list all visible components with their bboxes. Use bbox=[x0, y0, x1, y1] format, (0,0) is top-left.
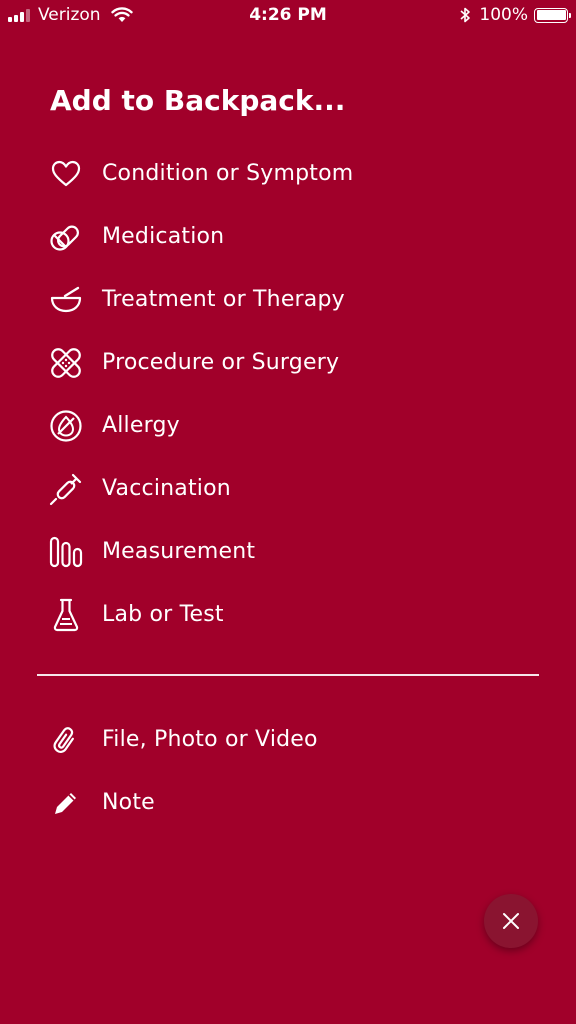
measurement-bars-icon bbox=[48, 534, 84, 570]
menu-item-label: Treatment or Therapy bbox=[102, 287, 345, 312]
syringe-icon bbox=[48, 471, 84, 507]
menu-item-label: Allergy bbox=[102, 413, 180, 438]
menu-item-vaccination[interactable]: Vaccination bbox=[48, 457, 538, 520]
bandage-icon bbox=[48, 345, 84, 381]
pills-icon bbox=[48, 219, 84, 255]
menu-item-label: Medication bbox=[102, 224, 225, 249]
status-right: 100% bbox=[459, 5, 571, 25]
allergy-icon bbox=[48, 408, 84, 444]
close-icon bbox=[503, 913, 519, 929]
battery-icon bbox=[534, 7, 571, 23]
menu-item-allergy[interactable]: Allergy bbox=[48, 394, 538, 457]
paperclip-icon bbox=[48, 722, 84, 758]
battery-percentage: 100% bbox=[479, 5, 528, 25]
menu-item-medication[interactable]: Medication bbox=[48, 205, 538, 268]
battery-fill bbox=[536, 10, 566, 20]
bluetooth-icon bbox=[460, 7, 471, 23]
flask-icon bbox=[48, 597, 84, 633]
menu-item-note[interactable]: Note bbox=[48, 771, 538, 834]
add-menu-secondary-list: File, Photo or Video Note bbox=[48, 708, 538, 834]
heart-icon bbox=[48, 156, 84, 192]
menu-item-label: Condition or Symptom bbox=[102, 161, 354, 186]
divider bbox=[37, 674, 539, 676]
menu-item-label: Lab or Test bbox=[102, 602, 224, 627]
menu-item-label: Note bbox=[102, 790, 155, 815]
menu-item-condition-or-symptom[interactable]: Condition or Symptom bbox=[48, 142, 538, 205]
menu-item-label: Procedure or Surgery bbox=[102, 350, 340, 375]
menu-item-label: File, Photo or Video bbox=[102, 727, 318, 752]
menu-item-label: Measurement bbox=[102, 539, 256, 564]
mortar-pestle-icon bbox=[48, 282, 84, 318]
menu-item-file-photo-or-video[interactable]: File, Photo or Video bbox=[48, 708, 538, 771]
status-bar: Verizon 4:26 PM 100% bbox=[0, 0, 576, 34]
menu-item-label: Vaccination bbox=[102, 476, 231, 501]
add-menu-list: Condition or Symptom Medication Treatmen… bbox=[48, 142, 538, 646]
menu-item-measurement[interactable]: Measurement bbox=[48, 520, 538, 583]
menu-item-treatment-or-therapy[interactable]: Treatment or Therapy bbox=[48, 268, 538, 331]
menu-item-lab-or-test[interactable]: Lab or Test bbox=[48, 583, 538, 646]
page-title: Add to Backpack... bbox=[50, 84, 346, 117]
menu-item-procedure-or-surgery[interactable]: Procedure or Surgery bbox=[48, 331, 538, 394]
close-button[interactable] bbox=[484, 894, 538, 948]
pencil-icon bbox=[48, 785, 84, 821]
